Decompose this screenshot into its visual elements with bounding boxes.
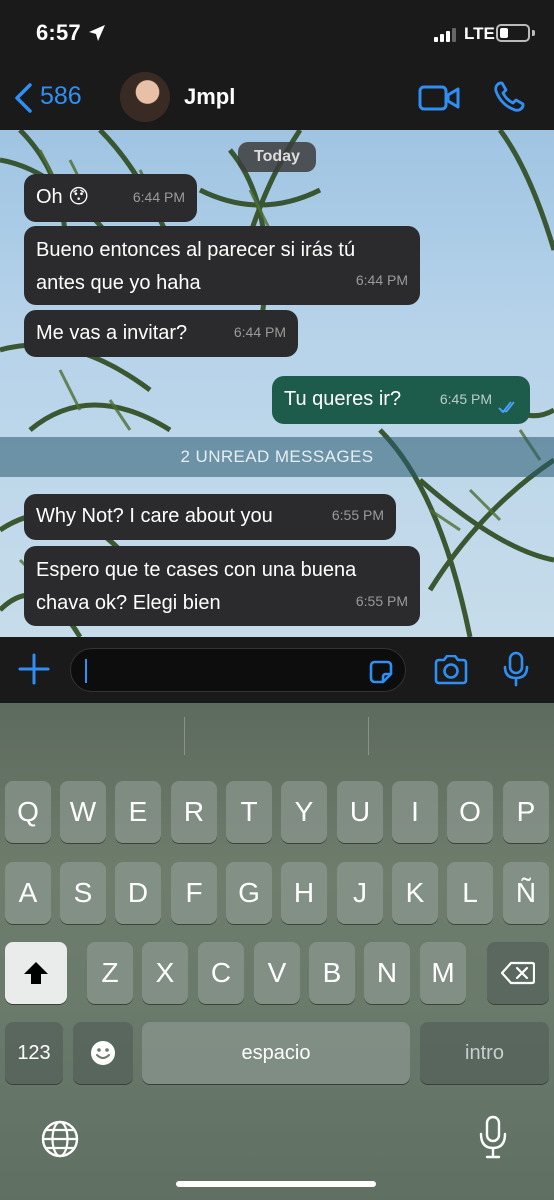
key-b[interactable]: B — [309, 942, 355, 1004]
message-text: Tu queres ir? — [284, 388, 402, 410]
phone-call-icon[interactable] — [492, 80, 526, 114]
message-input-bar — [0, 637, 554, 703]
message-input[interactable] — [70, 648, 406, 692]
key-i[interactable]: I — [392, 781, 438, 843]
message-time: 6:55 PM — [355, 593, 408, 609]
shift-icon — [24, 962, 48, 984]
key-p[interactable]: P — [503, 781, 549, 843]
chat-area[interactable]: Today Oh 😯 6:44 PM Bueno entonces al par… — [0, 130, 554, 637]
message-bubble-incoming[interactable]: Me vas a invitar? 6:44 PM — [24, 310, 298, 357]
video-call-icon[interactable] — [418, 84, 460, 112]
key-u[interactable]: U — [337, 781, 383, 843]
message-text: Espero que te cases con una buena chava … — [36, 559, 357, 614]
suggestion-divider — [184, 717, 185, 755]
numbers-key[interactable]: 123 — [5, 1022, 63, 1084]
message-bubble-incoming[interactable]: Why Not? I care about you 6:55 PM — [24, 494, 396, 540]
status-time: 6:57 — [36, 20, 81, 45]
read-receipt-icon — [498, 401, 515, 414]
message-text: Bueno entonces al parecer si irás tú ant… — [36, 239, 356, 294]
unread-messages-banner: 2 UNREAD MESSAGES — [0, 437, 554, 477]
message-text: Me vas a invitar? — [36, 322, 188, 344]
backspace-key[interactable] — [487, 942, 549, 1004]
message-bubble-incoming[interactable]: Oh 😯 6:44 PM — [24, 174, 197, 222]
key-l[interactable]: L — [447, 862, 493, 924]
date-separator: Today — [238, 142, 316, 172]
battery-icon — [496, 24, 530, 42]
key-e[interactable]: E — [115, 781, 161, 843]
key-c[interactable]: C — [198, 942, 244, 1004]
key-y[interactable]: Y — [281, 781, 327, 843]
message-time: 6:55 PM — [331, 507, 384, 523]
contact-avatar[interactable] — [120, 72, 170, 122]
backspace-icon — [501, 961, 535, 985]
message-time: 6:44 PM — [132, 189, 185, 205]
key-f[interactable]: F — [171, 862, 217, 924]
back-button-count[interactable]: 586 — [40, 82, 82, 111]
cellular-signal-icon — [434, 26, 460, 42]
status-bar: 6:57 LTE — [0, 0, 554, 64]
message-bubble-incoming[interactable]: Espero que te cases con una buena chava … — [24, 546, 420, 626]
back-chevron-icon[interactable] — [12, 82, 34, 114]
key-k[interactable]: K — [392, 862, 438, 924]
key-a[interactable]: A — [5, 862, 51, 924]
key-h[interactable]: H — [281, 862, 327, 924]
battery-tip — [532, 30, 535, 36]
text-caret — [85, 659, 87, 683]
camera-icon[interactable] — [434, 655, 468, 685]
key-n-tilde[interactable]: Ñ — [503, 862, 549, 924]
key-w[interactable]: W — [60, 781, 106, 843]
network-type: LTE — [464, 24, 495, 43]
emoji-icon — [91, 1041, 115, 1065]
home-indicator[interactable] — [176, 1181, 376, 1187]
plus-icon[interactable] — [18, 653, 50, 685]
suggestion-divider — [368, 717, 369, 755]
key-n[interactable]: N — [364, 942, 410, 1004]
key-o[interactable]: O — [447, 781, 493, 843]
space-key[interactable]: espacio — [142, 1022, 410, 1084]
message-time: 6:45 PM — [439, 391, 492, 407]
contact-name[interactable]: Jmpl — [184, 84, 235, 110]
globe-icon[interactable] — [40, 1119, 80, 1159]
key-q[interactable]: Q — [5, 781, 51, 843]
key-s[interactable]: S — [60, 862, 106, 924]
message-bubble-outgoing[interactable]: Tu queres ir? 6:45 PM — [272, 376, 530, 424]
return-key[interactable]: intro — [420, 1022, 549, 1084]
key-m[interactable]: M — [420, 942, 466, 1004]
key-r[interactable]: R — [171, 781, 217, 843]
keyboard: Q W E R T Y U I O P A S D F G H J K L Ñ … — [0, 703, 554, 1200]
key-t[interactable]: T — [226, 781, 272, 843]
key-x[interactable]: X — [142, 942, 188, 1004]
chat-header: 586 Jmpl — [0, 64, 554, 130]
key-d[interactable]: D — [115, 862, 161, 924]
key-j[interactable]: J — [337, 862, 383, 924]
key-g[interactable]: G — [226, 862, 272, 924]
shift-key[interactable] — [5, 942, 67, 1004]
sticker-icon[interactable] — [367, 658, 395, 686]
message-text: Oh 😯 — [36, 186, 90, 208]
dictation-icon[interactable] — [478, 1115, 508, 1159]
message-time: 6:44 PM — [233, 324, 286, 340]
microphone-icon[interactable] — [502, 651, 530, 687]
emoji-key[interactable] — [73, 1022, 133, 1084]
message-time: 6:44 PM — [355, 272, 408, 288]
key-v[interactable]: V — [254, 942, 300, 1004]
location-arrow-icon — [89, 25, 105, 41]
message-text: Why Not? I care about you — [36, 505, 273, 527]
key-z[interactable]: Z — [87, 942, 133, 1004]
message-bubble-incoming[interactable]: Bueno entonces al parecer si irás tú ant… — [24, 226, 420, 305]
